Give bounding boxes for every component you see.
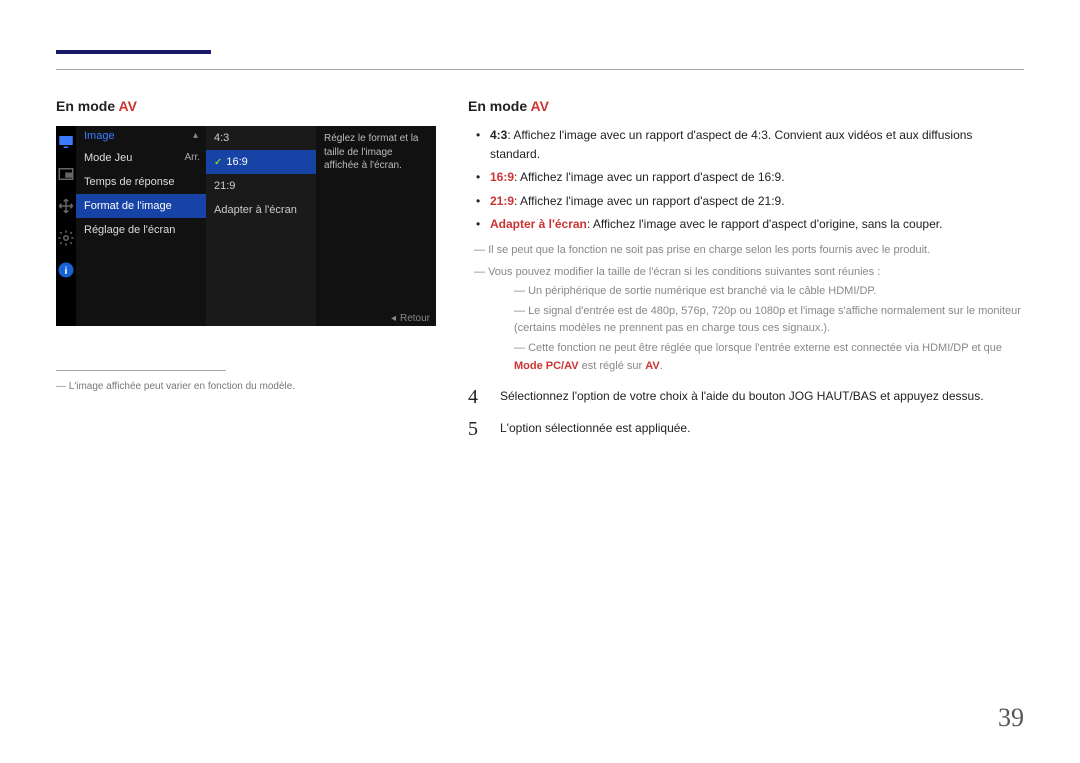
caption-text: L'image affichée peut varier en fonction… (56, 381, 436, 392)
osd-option[interactable]: Adapter à l'écran (206, 198, 316, 222)
osd-option-selected[interactable]: 16:9 (206, 150, 316, 174)
osd-menu-header: Image (76, 126, 206, 146)
step-number: 4 (468, 387, 486, 407)
osd-submenu: 4:3 16:9 21:9 Adapter à l'écran (206, 126, 316, 326)
header-accent (56, 50, 1024, 54)
pip-icon (56, 164, 76, 184)
page-number: 39 (998, 703, 1024, 733)
step-text: Sélectionnez l'option de votre choix à l… (500, 387, 1024, 406)
osd-row[interactable]: Réglage de l'écran (76, 218, 206, 242)
step-4: 4 Sélectionnez l'option de votre choix à… (468, 387, 1024, 407)
sub-note: Un périphérique de sortie numérique est … (468, 283, 1024, 301)
step-text: L'option sélectionnée est appliquée. (500, 419, 1024, 438)
osd-help-panel: Réglez le format et la taille de l'image… (316, 126, 436, 326)
note: Vous pouvez modifier la taille de l'écra… (468, 264, 1024, 282)
header-rule (56, 69, 1024, 70)
section-title-left: En mode AV (56, 98, 436, 114)
list-item: 4:3: Affichez l'image avec un rapport d'… (468, 126, 1024, 164)
move-icon (56, 196, 76, 216)
aspect-list: 4:3: Affichez l'image avec un rapport d'… (468, 126, 1024, 234)
gear-icon (56, 228, 76, 248)
osd-option[interactable]: 4:3 (206, 126, 316, 150)
list-item: 21:9: Affichez l'image avec un rapport d… (468, 192, 1024, 211)
osd-option[interactable]: 21:9 (206, 174, 316, 198)
svg-text:i: i (65, 265, 68, 277)
step-number: 5 (468, 419, 486, 439)
list-item: 16:9: Affichez l'image avec un rapport d… (468, 168, 1024, 187)
osd-row[interactable]: Temps de réponse (76, 170, 206, 194)
info-icon: i (56, 260, 76, 280)
osd-footer: ◂Retour (391, 313, 430, 324)
osd-menu: Image Mode JeuArr. Temps de réponse Form… (76, 126, 206, 326)
back-icon: ◂ (391, 313, 396, 324)
sub-note: Cette fonction ne peut être réglée que l… (468, 340, 1024, 375)
caption-rule (56, 370, 226, 381)
step-5: 5 L'option sélectionnée est appliquée. (468, 419, 1024, 439)
note: Il se peut que la fonction ne soit pas p… (468, 242, 1024, 260)
osd-screenshot: i Image Mode JeuArr. Temps de réponse Fo… (56, 126, 436, 326)
list-item: Adapter à l'écran: Affichez l'image avec… (468, 215, 1024, 234)
osd-icon-rail: i (56, 126, 76, 326)
sub-note: Le signal d'entrée est de 480p, 576p, 72… (468, 303, 1024, 338)
osd-row[interactable]: Mode JeuArr. (76, 146, 206, 170)
section-title-right: En mode AV (468, 98, 1024, 114)
monitor-icon (56, 132, 76, 152)
osd-row-selected[interactable]: Format de l'image (76, 194, 206, 218)
